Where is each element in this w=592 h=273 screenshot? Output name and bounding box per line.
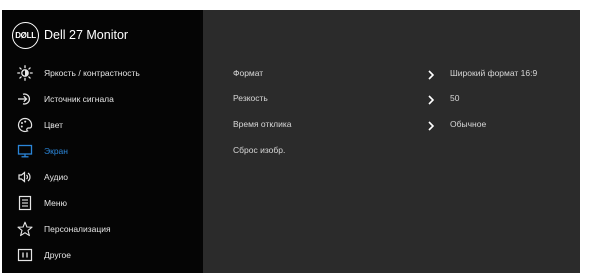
menu-list-icon — [17, 195, 33, 211]
sidebar-item-others[interactable]: Другое — [2, 242, 203, 268]
sidebar-item-display[interactable]: Экран — [2, 138, 203, 164]
info-box-icon — [17, 247, 33, 263]
setting-row-sharpness[interactable]: Резкость 50 — [203, 89, 580, 109]
setting-label: Резкость — [233, 93, 268, 103]
sidebar-item-label: Источник сигнала — [44, 94, 114, 104]
dell-logo: DØLL — [12, 22, 39, 49]
chevron-right-icon — [426, 93, 436, 105]
monitor-osd: DØLL Dell 27 Monitor Яркость / контрастн… — [2, 10, 580, 273]
sidebar-item-audio[interactable]: Аудио — [2, 164, 203, 190]
sidebar-item-label: Яркость / контрастность — [44, 68, 140, 78]
setting-row-response-time[interactable]: Время отклика Обычное — [203, 115, 580, 135]
sidebar-item-label: Аудио — [44, 172, 68, 182]
sidebar-item-label: Меню — [44, 198, 67, 208]
chevron-right-icon — [426, 119, 436, 131]
setting-row-display-reset[interactable]: Сброс изобр. — [203, 141, 580, 161]
sidebar-item-menu[interactable]: Меню — [2, 190, 203, 216]
sidebar-item-color[interactable]: Цвет — [2, 112, 203, 138]
sidebar-item-label: Экран — [44, 146, 68, 156]
setting-value: 50 — [450, 93, 460, 103]
setting-value: Обычное — [450, 119, 487, 129]
speaker-icon — [17, 169, 33, 185]
sidebar-item-personalize[interactable]: Персонализация — [2, 216, 203, 242]
sidebar-item-label: Другое — [44, 250, 72, 260]
osd-header: DØLL Dell 27 Monitor — [2, 10, 203, 64]
sidebar: DØLL Dell 27 Monitor Яркость / контрастн… — [2, 10, 203, 273]
star-icon — [17, 221, 33, 237]
color-palette-icon — [17, 117, 33, 133]
brightness-icon — [17, 65, 33, 81]
setting-label: Время отклика — [233, 119, 292, 129]
sidebar-item-label: Персонализация — [44, 224, 111, 234]
sidebar-item-input-source[interactable]: Источник сигнала — [2, 86, 203, 112]
monitor-model-name: Dell 27 Monitor — [44, 28, 129, 42]
chevron-right-icon — [426, 68, 436, 80]
settings-panel: Формат Широкий формат 16:9 Резкость 50 В… — [203, 10, 580, 273]
display-icon — [17, 143, 33, 159]
sidebar-item-brightness-contrast[interactable]: Яркость / контрастность — [2, 60, 203, 86]
input-source-icon — [17, 91, 33, 107]
setting-value: Широкий формат 16:9 — [450, 68, 538, 78]
setting-label: Сброс изобр. — [233, 145, 286, 155]
setting-label: Формат — [233, 68, 264, 78]
sidebar-item-label: Цвет — [44, 120, 64, 130]
setting-row-aspect-ratio[interactable]: Формат Широкий формат 16:9 — [203, 64, 580, 84]
